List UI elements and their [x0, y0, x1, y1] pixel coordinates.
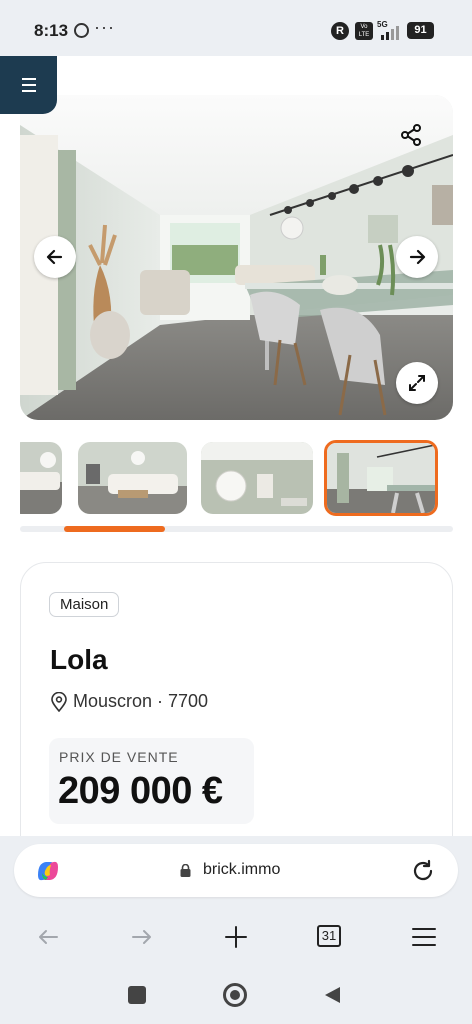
back-triangle-icon[interactable] [322, 985, 342, 1005]
plus-icon[interactable] [224, 925, 248, 949]
hamburger-icon[interactable] [412, 925, 436, 949]
square-icon[interactable] [128, 986, 146, 1004]
thumbnail[interactable] [78, 442, 187, 514]
arrow-left-icon [46, 249, 63, 265]
gallery-scroll-thumb[interactable] [64, 526, 165, 532]
forward-icon[interactable] [130, 925, 154, 949]
back-icon[interactable] [36, 925, 60, 949]
copilot-icon[interactable] [34, 857, 62, 885]
signal-icon: 5G [377, 20, 403, 42]
battery-icon: 91 [407, 22, 434, 39]
arrow-right-icon [409, 249, 426, 265]
thumbnail-active[interactable] [324, 440, 438, 516]
price-label: PRIX DE VENTE [59, 749, 179, 765]
map-pin-icon [51, 692, 67, 712]
r-badge-icon: R [331, 22, 349, 40]
menu-button[interactable] [0, 56, 57, 114]
price-value: 209 000 € [58, 770, 223, 812]
status-bar: 8:13 ··· R Vo LTE 5G 91 [0, 0, 472, 56]
main-photo[interactable] [20, 95, 453, 420]
share-icon[interactable] [398, 122, 424, 148]
thumbnail[interactable] [201, 442, 313, 514]
volte-icon: Vo LTE [355, 22, 373, 40]
thumbnail-strip[interactable] [20, 440, 453, 516]
status-time: 8:13 [34, 21, 69, 40]
reload-icon[interactable] [411, 859, 435, 883]
property-type-badge: Maison [49, 592, 120, 617]
more-notifications-icon: ··· [94, 17, 115, 37]
url-text[interactable]: brick.immo [203, 861, 280, 879]
lock-icon [180, 864, 191, 877]
expand-icon [409, 375, 425, 391]
prev-photo-button[interactable] [34, 236, 76, 278]
listing-location: Mouscron · 7700 [73, 691, 209, 711]
network-type: 5G [377, 20, 388, 29]
listing-title: Lola [50, 644, 108, 675]
next-photo-button[interactable] [396, 236, 438, 278]
fullscreen-button[interactable] [396, 362, 438, 404]
whatsapp-icon [74, 23, 89, 38]
tabs-icon[interactable]: 31 [317, 925, 341, 947]
home-circle-icon[interactable] [223, 983, 247, 1007]
thumbnail[interactable] [20, 442, 62, 514]
